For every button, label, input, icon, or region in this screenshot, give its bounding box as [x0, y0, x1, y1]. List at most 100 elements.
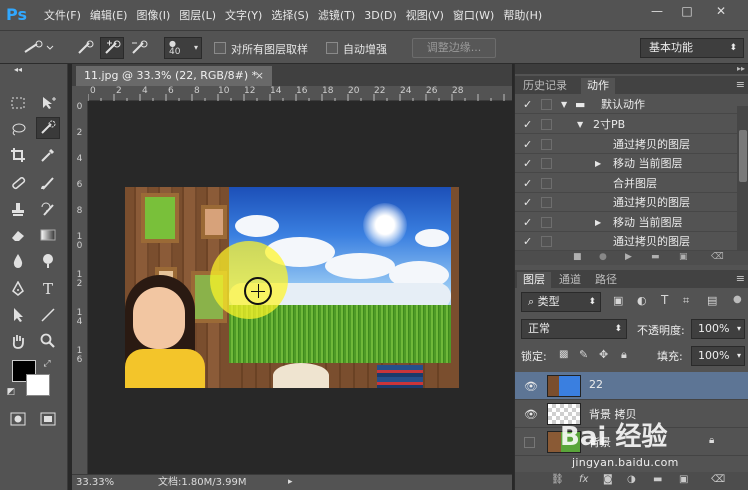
layer-name[interactable]: 背景	[589, 434, 611, 450]
menu-layer[interactable]: 图层(L)	[179, 7, 216, 23]
link-layers-icon[interactable]: ⛓︎	[551, 474, 564, 485]
visibility-eye-icon[interactable]: 👁︎	[524, 408, 538, 421]
dialog-toggle-box[interactable]	[541, 217, 552, 228]
action-toggle-check[interactable]: ✓	[523, 174, 535, 193]
layer-name[interactable]: 背景 拷贝	[589, 406, 637, 422]
new-selection-mode-button[interactable]	[74, 37, 96, 59]
quick-selection-tool[interactable]	[36, 117, 60, 139]
action-row[interactable]: ✓ ▼ ▬ 默认动作	[515, 95, 737, 114]
move-tool[interactable]	[36, 92, 60, 114]
lock-image-icon[interactable]: ✎	[579, 348, 588, 361]
blend-mode-select[interactable]: 正常 ⬍	[521, 319, 627, 339]
action-toggle-check[interactable]: ✓	[523, 232, 535, 251]
menu-image[interactable]: 图像(I)	[136, 7, 170, 23]
visibility-toggle-box[interactable]	[524, 437, 535, 448]
dialog-toggle-box[interactable]	[541, 178, 552, 189]
actions-scrollbar[interactable]	[737, 106, 748, 254]
action-toggle-check[interactable]: ✓	[523, 193, 535, 212]
scroll-thumb[interactable]	[739, 130, 747, 182]
action-row[interactable]: ✓ 通过拷贝的图层	[515, 232, 737, 251]
action-toggle-check[interactable]: ✓	[523, 135, 535, 154]
pen-tool[interactable]	[6, 278, 30, 300]
default-colors-icon[interactable]: ◩	[4, 386, 18, 398]
filter-adjustment-icon[interactable]: ◐	[637, 294, 647, 307]
delete-action-icon[interactable]: ⌫	[711, 252, 724, 262]
action-row[interactable]: ✓ ▼ 2寸PB	[515, 115, 737, 134]
close-window-button[interactable]: ✕	[710, 4, 732, 20]
lasso-tool[interactable]	[6, 118, 30, 140]
ruler-origin[interactable]	[72, 86, 88, 101]
new-layer-icon[interactable]: ▣	[679, 474, 688, 485]
filter-pixel-icon[interactable]: ▣	[613, 294, 623, 307]
lock-position-icon[interactable]: ✥	[599, 348, 608, 361]
menu-type[interactable]: 文字(Y)	[225, 7, 262, 23]
action-toggle-check[interactable]: ✓	[523, 115, 535, 134]
action-row[interactable]: ✓ 通过拷贝的图层	[515, 193, 737, 212]
dialog-toggle-box[interactable]	[541, 197, 552, 208]
tab-paths[interactable]: 路径	[589, 272, 623, 288]
action-row[interactable]: ✓ ▶ 移动 当前图层	[515, 154, 737, 173]
filter-toggle-icon[interactable]: ●	[733, 294, 742, 305]
lock-all-icon[interactable]: 🔒︎	[621, 348, 627, 362]
dialog-toggle-box[interactable]	[541, 158, 552, 169]
dialog-toggle-box[interactable]	[541, 236, 552, 247]
tab-layers[interactable]: 图层	[517, 272, 551, 288]
filter-smart-object-icon[interactable]: ▤	[707, 294, 717, 307]
brush-tool[interactable]	[36, 172, 60, 194]
history-brush-tool[interactable]	[36, 198, 60, 220]
tool-preset-picker[interactable]	[18, 37, 58, 59]
gradient-tool[interactable]	[36, 224, 60, 246]
subtract-from-selection-mode-button[interactable]	[128, 37, 150, 59]
menu-select[interactable]: 选择(S)	[271, 7, 309, 23]
dialog-toggle-box[interactable]	[541, 99, 552, 110]
action-row[interactable]: ✓ 合并图层	[515, 174, 737, 193]
document-image[interactable]	[125, 187, 459, 388]
eraser-tool[interactable]	[6, 224, 30, 246]
status-menu-arrow-icon[interactable]: ▸	[288, 475, 293, 490]
hand-tool[interactable]	[6, 330, 30, 352]
expand-triangle-icon[interactable]: ▼	[577, 115, 583, 134]
quick-mask-button[interactable]	[6, 408, 30, 430]
healing-brush-tool[interactable]	[6, 172, 30, 194]
expand-triangle-icon[interactable]: ▶	[595, 213, 601, 232]
filter-type-icon[interactable]: T	[661, 293, 668, 307]
crop-tool[interactable]	[6, 144, 30, 166]
new-action-icon[interactable]: ▣	[679, 252, 688, 262]
swap-colors-icon[interactable]: ⤢	[40, 358, 54, 370]
menu-help[interactable]: 帮助(H)	[503, 7, 542, 23]
workspace-select[interactable]: 基本功能 ⬍	[640, 38, 744, 58]
menu-view[interactable]: 视图(V)	[406, 7, 444, 23]
delete-layer-icon[interactable]: ⌫	[711, 474, 725, 485]
tab-channels[interactable]: 通道	[553, 272, 587, 288]
menu-window[interactable]: 窗口(W)	[453, 7, 494, 23]
panel-menu-icon[interactable]: ≡	[736, 78, 745, 91]
lock-transparent-icon[interactable]: ▩	[559, 349, 568, 360]
stop-icon[interactable]: ■	[573, 252, 582, 262]
dodge-tool[interactable]	[36, 250, 60, 272]
layer-row[interactable]: 👁︎ 背景 拷贝	[515, 400, 748, 428]
refine-edge-button[interactable]: 调整边缘...	[412, 38, 496, 58]
layer-filter-select[interactable]: ⌕ 类型 ⬍	[521, 292, 601, 312]
dialog-toggle-box[interactable]	[541, 139, 552, 150]
menu-3d[interactable]: 3D(D)	[364, 9, 397, 22]
zoom-tool[interactable]	[36, 330, 60, 352]
new-group-icon[interactable]: ▬	[653, 474, 662, 485]
auto-enhance-checkbox[interactable]	[326, 42, 338, 54]
play-icon[interactable]: ▶	[625, 252, 632, 262]
new-set-icon[interactable]: ▬	[651, 252, 660, 262]
visibility-eye-icon[interactable]: 👁︎	[524, 380, 538, 393]
panel-menu-icon[interactable]: ≡	[736, 272, 745, 285]
action-toggle-check[interactable]: ✓	[523, 95, 535, 114]
opacity-input[interactable]: 100% ▾	[691, 319, 745, 339]
add-to-selection-mode-button[interactable]	[100, 37, 124, 59]
fx-button[interactable]: fx	[579, 474, 588, 485]
menu-filter[interactable]: 滤镜(T)	[318, 7, 355, 23]
document-tab[interactable]: 11.jpg @ 33.3% (22, RGB/8#) * ×	[76, 66, 272, 86]
path-selection-tool[interactable]	[6, 304, 30, 326]
line-tool[interactable]	[36, 304, 60, 326]
filter-shape-icon[interactable]: ⌗	[683, 294, 689, 308]
expand-triangle-icon[interactable]: ▼	[561, 95, 567, 114]
vertical-ruler[interactable]: 0 2 4 6 8 1 0 1 2 1 4 1 6	[72, 101, 88, 474]
layer-name[interactable]: 22	[589, 378, 603, 391]
sample-all-layers-checkbox[interactable]	[214, 42, 226, 54]
